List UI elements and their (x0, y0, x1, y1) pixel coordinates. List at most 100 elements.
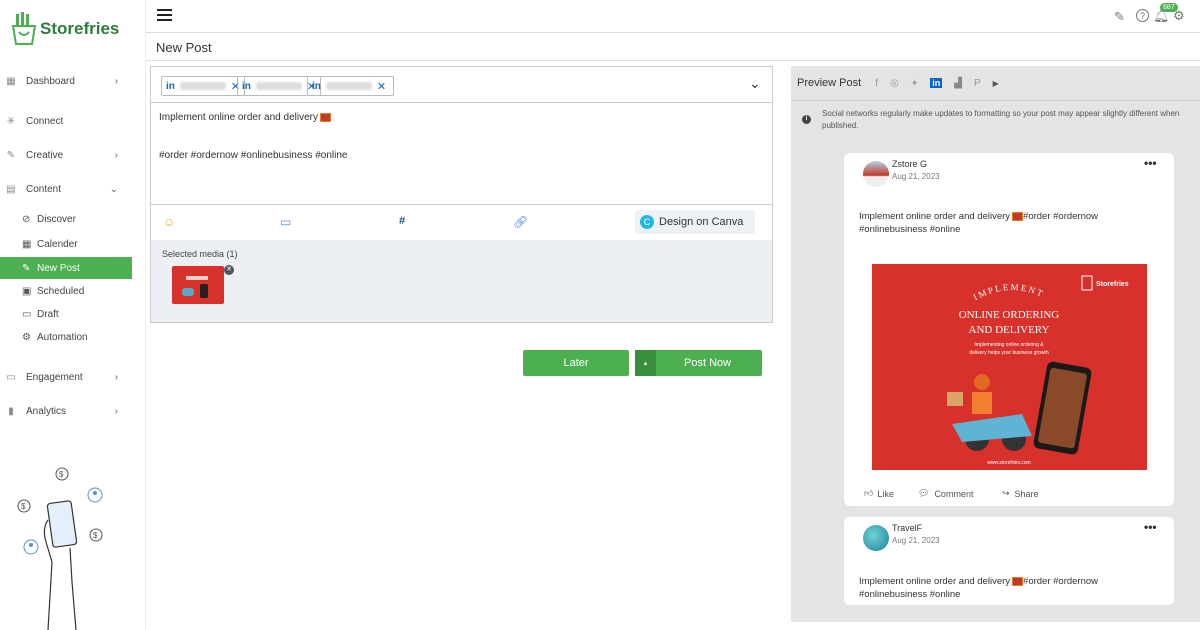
nav-label: Engagement (26, 371, 83, 383)
linkedin-icon[interactable]: in (930, 78, 943, 88)
thumbs-up-icon: 👍︎ (864, 488, 874, 498)
share-label: Share (1014, 488, 1039, 499)
chevron-right-icon: › (114, 149, 118, 161)
promo-brand: Storefries (1096, 281, 1129, 288)
delivery-emoji (1012, 577, 1024, 586)
more-options-icon[interactable]: ••• (1144, 156, 1157, 170)
youtube-icon[interactable]: ▶ (993, 79, 999, 88)
brand-logo[interactable]: Storefries (10, 12, 119, 46)
nav-dashboard[interactable]: ▦ Dashboard › (0, 70, 132, 92)
remove-icon[interactable]: ✕ (377, 80, 386, 93)
caret-up-icon[interactable]: ▴ (635, 350, 656, 376)
instagram-icon[interactable]: ◎ (890, 78, 899, 89)
arc-text: IMPLEMENT (972, 282, 1044, 302)
nav-engagement[interactable]: ▭ Engagement › (0, 366, 132, 388)
avatar (863, 525, 889, 551)
canva-icon: C (640, 215, 654, 229)
post-date: Aug 21, 2023 (892, 172, 940, 181)
subnav-calender[interactable]: ▦ Calender (22, 233, 132, 255)
subnav-label: Calender (37, 238, 78, 250)
svg-text:$: $ (93, 531, 98, 540)
draft-icon: ▭ (22, 308, 32, 320)
linkedin-icon: in (312, 80, 321, 92)
analytics-icon: ▮ (8, 405, 14, 417)
emoji-icon[interactable]: ☺ (163, 215, 175, 229)
subnav-automation[interactable]: ⚙ Automation (22, 326, 132, 348)
compose-icon[interactable]: ✎ (1114, 9, 1125, 25)
subnav-label: Automation (37, 331, 88, 343)
preview-hashtags: #onlinebusiness #online (859, 589, 961, 600)
nav-creative[interactable]: ✎ Creative › (0, 144, 132, 166)
linkedin-icon: in (242, 80, 251, 92)
later-button[interactable]: Later (523, 350, 629, 376)
chevron-down-icon[interactable]: ⌄ (749, 75, 761, 92)
nav-analytics[interactable]: ▮ Analytics › (0, 400, 132, 422)
nav-label: Content (26, 183, 62, 195)
nav-connect[interactable]: ✳ Connect (0, 110, 132, 132)
edit-icon: ✎ (22, 262, 31, 274)
phone-hand-illustration: $ $ $ (17, 467, 103, 630)
subnav-label: Scheduled (37, 285, 85, 297)
promo-image[interactable]: IMPLEMENT ONLINE ORDERING AND DELIVERY I… (872, 264, 1147, 470)
chevron-right-icon: › (114, 405, 118, 417)
help-icon[interactable]: ? (1136, 9, 1149, 22)
page-header: New Post (146, 33, 1200, 61)
nav-label: Connect (26, 115, 64, 127)
topbar: ✎ ? 🔔︎ 887 ⚙ (146, 0, 1200, 33)
subnav-label: Discover (37, 213, 76, 225)
svg-text:$: $ (59, 470, 64, 479)
preview-panel: Preview Post f ◎ ✦ in ▟ P ▶ i Social net… (791, 66, 1200, 622)
info-icon: i (802, 115, 811, 124)
post-now-button[interactable]: ▴ Post Now (635, 350, 762, 376)
connect-icon: ✳ (6, 115, 16, 127)
gmb-icon[interactable]: ▟ (954, 78, 962, 89)
media-thumbnail[interactable] (172, 266, 224, 304)
svg-text:IMPLEMENT: IMPLEMENT (972, 282, 1046, 302)
preview-hashtags: #onlinebusiness #online (859, 224, 961, 235)
nav-label: Dashboard (26, 75, 75, 87)
subnav-discover[interactable]: ⊘ Discover (22, 208, 132, 230)
comment-button[interactable]: 💬︎ Comment (918, 488, 973, 499)
fries-icon (11, 12, 37, 45)
selected-media-label: Selected media (1) (162, 249, 238, 259)
share-button[interactable]: ↪ Share (1002, 488, 1039, 499)
promo-graphic: IMPLEMENT ONLINE ORDERING AND DELIVERY I… (947, 275, 1129, 466)
like-button[interactable]: 👍︎ Like (864, 488, 894, 499)
comment-label: Comment (934, 488, 974, 499)
hashtag-icon[interactable]: # (399, 215, 405, 227)
compass-icon: ⊘ (22, 213, 31, 225)
preview-title: Preview Post (797, 77, 862, 89)
channel-chip[interactable]: in ✕ (161, 76, 246, 96)
remove-media-icon[interactable]: ✕ (224, 265, 234, 275)
channel-chip[interactable]: in ✕ (307, 76, 394, 96)
format-notice: Social networks regularly make updates t… (822, 109, 1180, 130)
twitter-icon[interactable]: ✦ (911, 78, 919, 89)
post-text-area[interactable]: Implement online order and delivery #ord… (151, 104, 772, 204)
image-icon[interactable]: ▭ (280, 215, 291, 229)
subnav-draft[interactable]: ▭ Draft (22, 303, 132, 325)
chevron-right-icon: › (114, 75, 118, 87)
channel-selector[interactable]: in ✕ in ✕ in ✕ ⌄ (151, 67, 772, 103)
selected-media-area: Selected media (1) ✕ (151, 240, 772, 322)
facebook-icon[interactable]: f (875, 78, 878, 89)
gear-icon[interactable]: ⚙ (1173, 8, 1185, 24)
delivery-emoji (319, 113, 331, 122)
subline-2: delivery helps your business growth (969, 350, 1048, 356)
content-icon: ▤ (6, 183, 16, 195)
hamburger-menu-icon[interactable] (157, 9, 172, 21)
post-text: Implement online order and delivery (159, 112, 318, 123)
brand-name: Storefries (40, 19, 120, 38)
subnav-scheduled[interactable]: ▣ Scheduled (22, 280, 132, 302)
share-icon: ↪ (1002, 488, 1010, 498)
brush-icon: ✎ (6, 149, 16, 161)
design-on-canva-button[interactable]: C Design on Canva (635, 210, 755, 234)
subnav-new-post[interactable]: ✎ New Post (0, 257, 132, 279)
automation-icon: ⚙ (22, 331, 31, 343)
more-options-icon[interactable]: ••• (1144, 520, 1157, 534)
chevron-right-icon: › (114, 371, 118, 383)
preview-header: Preview Post f ◎ ✦ in ▟ P ▶ (791, 66, 1200, 101)
like-label: Like (877, 488, 894, 499)
pinterest-icon[interactable]: P (974, 78, 981, 89)
link-icon[interactable]: 🔗︎ (513, 215, 528, 229)
nav-content[interactable]: ▤ Content ⌄ (0, 178, 132, 200)
